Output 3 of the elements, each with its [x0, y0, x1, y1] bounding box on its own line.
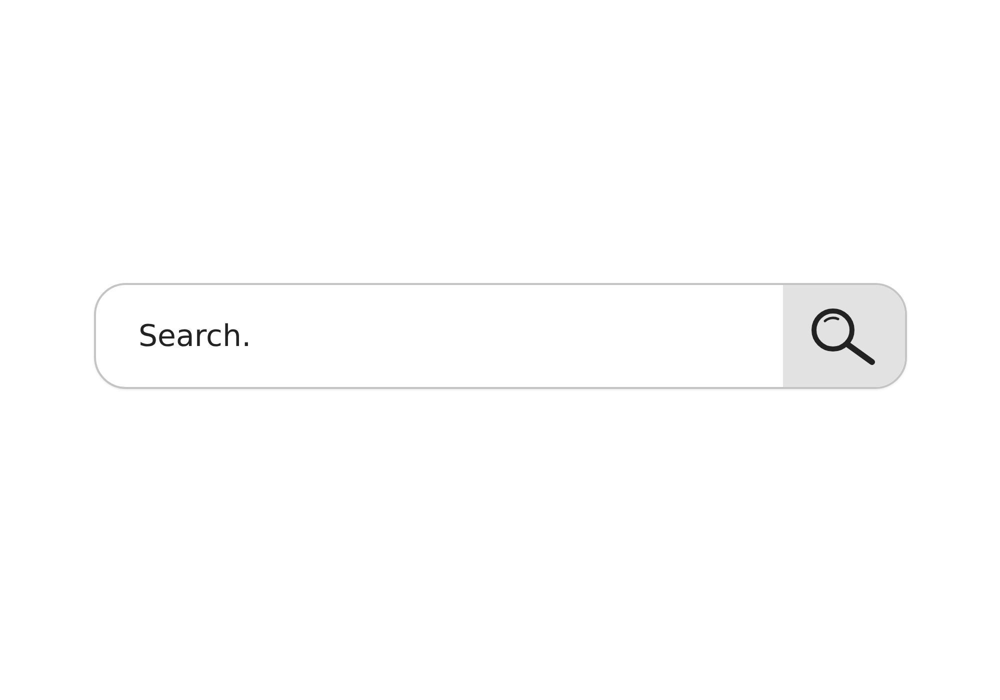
search-field[interactable]: Search. [96, 285, 782, 387]
search-bar[interactable]: Search. [94, 283, 906, 389]
search-button[interactable] [782, 285, 904, 387]
